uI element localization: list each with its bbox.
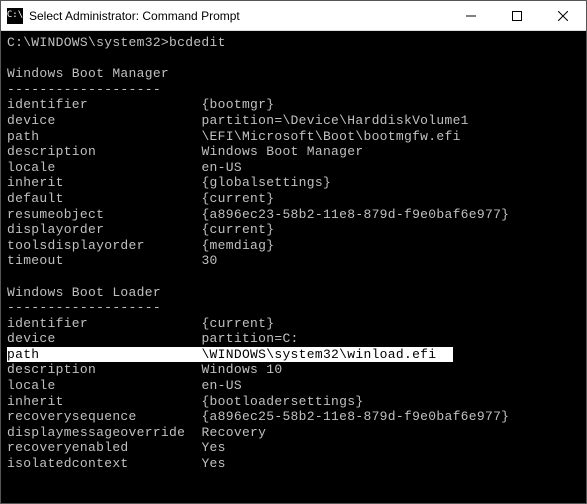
kv-row: displaymessageoverride Recovery (7, 425, 580, 441)
minimize-button[interactable] (448, 1, 494, 30)
kv-row: device partition=\Device\HarddiskVolume1 (7, 113, 580, 129)
kv-row: locale en-US (7, 160, 580, 176)
maximize-button[interactable] (494, 1, 540, 30)
cmd-icon: C:\ (7, 8, 23, 24)
kv-row: toolsdisplayorder {memdiag} (7, 238, 580, 254)
kv-row: identifier {bootmgr} (7, 97, 580, 113)
kv-row: recoverysequence {a896ec25-58b2-11e8-879… (7, 409, 580, 425)
kv-row: description Windows 10 (7, 362, 580, 378)
section-header: Windows Boot Loader (7, 285, 580, 301)
kv-row: identifier {current} (7, 316, 580, 332)
command-prompt-window: C:\ Select Administrator: Command Prompt… (0, 0, 587, 504)
divider: ------------------- (7, 300, 580, 316)
kv-row: description Windows Boot Manager (7, 144, 580, 160)
kv-row: inherit {bootloadersettings} (7, 394, 580, 410)
titlebar[interactable]: C:\ Select Administrator: Command Prompt (1, 1, 586, 31)
kv-row: locale en-US (7, 378, 580, 394)
kv-row: inherit {globalsettings} (7, 175, 580, 191)
kv-row: resumeobject {a896ec23-58b2-11e8-879d-f9… (7, 207, 580, 223)
kv-row: default {current} (7, 191, 580, 207)
kv-row: isolatedcontext Yes (7, 456, 580, 472)
kv-row: timeout 30 (7, 253, 580, 269)
kv-row: displayorder {current} (7, 222, 580, 238)
prompt-line: C:\WINDOWS\system32>bcdedit (7, 35, 580, 51)
kv-row: recoveryenabled Yes (7, 440, 580, 456)
window-controls (448, 1, 586, 30)
window-title: Select Administrator: Command Prompt (29, 9, 448, 23)
terminal-output[interactable]: C:\WINDOWS\system32>bcdedit Windows Boot… (1, 31, 586, 503)
section-header: Windows Boot Manager (7, 66, 580, 82)
kv-row: path \EFI\Microsoft\Boot\bootmgfw.efi (7, 129, 580, 145)
divider: ------------------- (7, 82, 580, 98)
close-button[interactable] (540, 1, 586, 30)
kv-row: device partition=C: (7, 331, 580, 347)
kv-row-highlighted: path \WINDOWS\system32\winload.efi (7, 347, 580, 363)
